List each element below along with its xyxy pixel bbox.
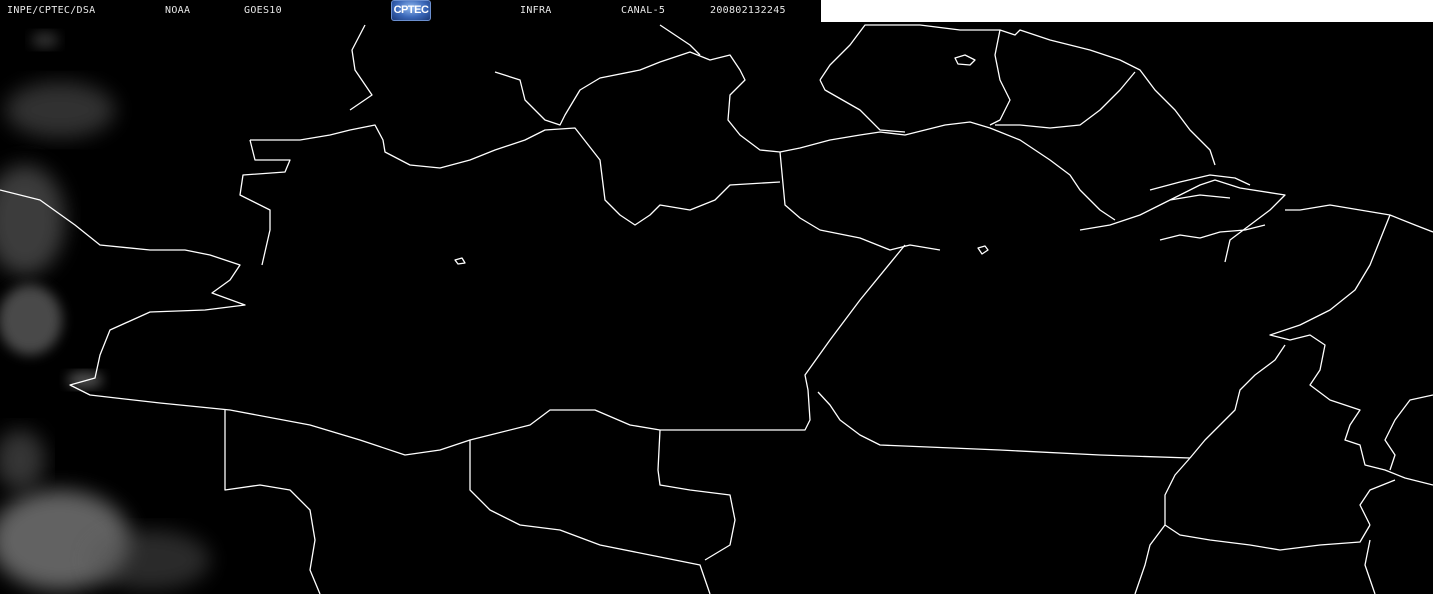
cptec-logo: CPTEC [391,0,431,21]
boundary-northeast-2 [1269,214,1433,486]
lake-marker-2 [977,245,989,255]
boundary-southwest [224,410,321,594]
boundary-south-5 [1134,524,1166,594]
header-satellite: GOES10 [244,5,282,16]
boundary-island [954,54,976,66]
header-band: INFRA [520,5,552,16]
header-source: INPE/CPTEC/DSA [7,5,96,16]
satellite-image-viewport: INPE/CPTEC/DSA NOAA GOES10 CPTEC INFRA C… [0,0,1433,594]
boundary-lines [0,24,1433,594]
header-timestamp: 200802132245 [710,5,786,16]
boundary-guianas-3 [989,29,1011,126]
boundary-delta [1079,179,1286,263]
header-channel: CANAL-5 [621,5,666,16]
boundary-north-4 [494,51,781,153]
boundary-northeast-3 [1384,394,1433,471]
lake-marker-1 [454,257,466,265]
boundary-north-1 [239,139,291,266]
header-agency: NOAA [165,5,191,16]
boundary-southwest-2 [469,440,711,594]
boundary-north-2 [250,124,781,226]
boundary-central [779,151,941,251]
boundary-south [817,391,1191,459]
boundary-south-3 [1164,457,1371,551]
boundary-south-6 [1364,539,1376,594]
boundary-guianas [819,24,1216,166]
boundary-north-3 [349,24,373,111]
boundary-south-4 [1359,479,1396,526]
boundary-southwest-3 [657,429,736,561]
satellite-map [0,24,1433,594]
header-bar: INPE/CPTEC/DSA NOAA GOES10 CPTEC INFRA C… [0,0,821,22]
boundary-north-5 [659,24,701,56]
header-blank-area [821,0,1433,22]
boundary-guianas-4 [995,71,1136,129]
boundary-west [0,189,906,456]
boundary-central-2 [779,121,1116,221]
boundary-northeast [1285,204,1433,233]
boundary-delta-2 [1149,174,1251,191]
boundary-delta-3 [1159,224,1266,241]
boundary-guianas-2 [819,79,906,133]
boundary-south-2 [1189,344,1286,459]
